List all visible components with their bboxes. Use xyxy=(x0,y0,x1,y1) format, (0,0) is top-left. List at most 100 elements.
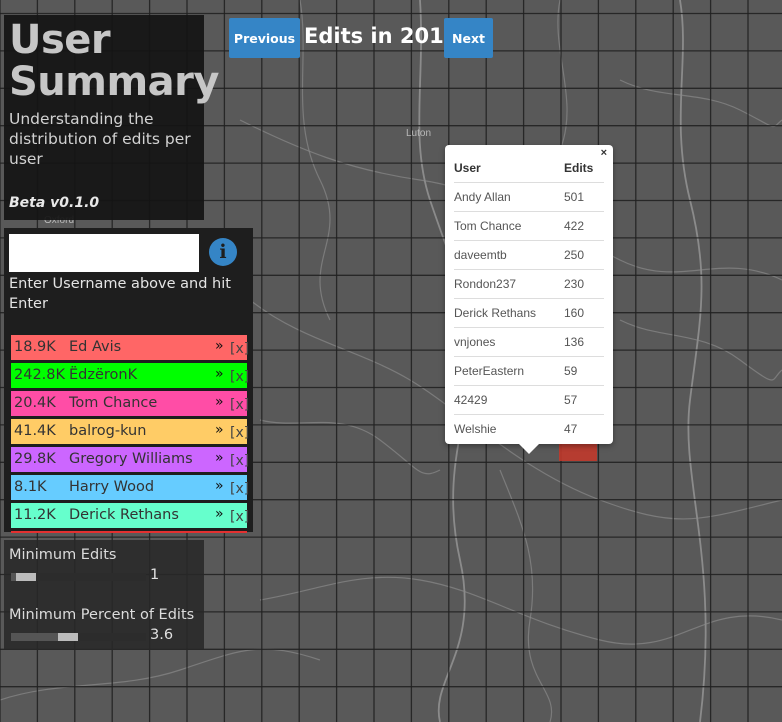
user-edit-count: 242.8K xyxy=(14,367,66,383)
expand-chevron-icon[interactable]: » xyxy=(215,390,223,415)
slider-handle[interactable] xyxy=(15,573,36,581)
popup-user-cell: PeterEastern xyxy=(454,356,564,386)
user-edit-count: 41.4K xyxy=(14,423,56,439)
map-label-luton: Luton xyxy=(406,128,432,139)
popup-edits-cell: 250 xyxy=(564,240,604,270)
popup-table: User Edits Andy Allan 501 Tom Chance 422 dav… xyxy=(454,154,604,443)
min-edits-label: Minimum Edits xyxy=(9,547,117,563)
min-percent-value: 3.6 xyxy=(150,627,174,643)
user-list-item[interactable]: 8.1K Harry Wood » [x] xyxy=(11,474,249,502)
user-edit-count: 29.8K xyxy=(14,451,56,467)
filter-panel: Minimum Edits 1 Minimum Percent of Edits… xyxy=(4,540,204,650)
popup-edits-cell: 59 xyxy=(564,356,604,386)
popup-edits-cell: 422 xyxy=(564,211,604,241)
remove-user-button[interactable]: [x] xyxy=(230,505,249,530)
slider-handle[interactable] xyxy=(57,633,78,641)
popup-edits-cell: 136 xyxy=(564,327,604,357)
user-name: Harry Wood xyxy=(69,479,155,495)
header-user: User xyxy=(454,154,564,183)
info-icon[interactable]: i xyxy=(209,238,237,266)
list-divider xyxy=(11,531,247,533)
user-list: 18.9K Ed Avis » [x] 242.8K ËdzëronK » [x… xyxy=(11,334,249,531)
remove-user-button[interactable]: [x] xyxy=(230,477,249,502)
remove-user-button[interactable]: [x] xyxy=(230,393,249,418)
popup-table-row: 42429 57 xyxy=(454,385,604,415)
road xyxy=(259,419,441,475)
min-edits-slider[interactable] xyxy=(11,573,146,581)
popup-user-cell: Andy Allan xyxy=(454,182,564,212)
remove-user-button[interactable]: [x] xyxy=(230,365,249,390)
popup-user-cell: daveemtb xyxy=(454,240,564,270)
app-title-line2: Summary xyxy=(9,59,219,105)
popup-table-row: Andy Allan 501 xyxy=(454,182,604,212)
road xyxy=(499,469,553,722)
expand-chevron-icon[interactable]: » xyxy=(215,334,223,359)
remove-user-button[interactable]: [x] xyxy=(230,421,249,446)
popup-table-body: Andy Allan 501 Tom Chance 422 daveemtb 250 Ron… xyxy=(454,182,604,444)
cell-popup: × User Edits Andy Allan 501 Tom Chance 422 d… xyxy=(445,145,613,454)
min-percent-slider[interactable] xyxy=(11,633,146,641)
previous-year-button[interactable]: Previous xyxy=(229,18,300,58)
road xyxy=(0,648,321,701)
min-edits-value: 1 xyxy=(150,567,160,583)
user-name: Derick Rethans xyxy=(69,507,179,523)
expand-chevron-icon[interactable]: » xyxy=(215,474,223,499)
popup-tip xyxy=(519,444,539,454)
popup-edits-cell: 47 xyxy=(564,422,578,436)
popup-table-row: PeterEastern 59 xyxy=(454,356,604,386)
user-name: Ed Avis xyxy=(69,339,122,355)
expand-chevron-icon[interactable]: » xyxy=(215,446,223,471)
expand-chevron-icon[interactable]: » xyxy=(215,418,223,443)
popup-table-header: User Edits xyxy=(454,154,604,183)
popup-user-cell: Rondon237 xyxy=(454,269,564,299)
remove-user-button[interactable]: [x] xyxy=(230,337,249,362)
user-edit-count: 18.9K xyxy=(14,339,56,355)
app-title-line1: User xyxy=(9,17,111,63)
popup-edits-cell: 501 xyxy=(564,182,604,212)
user-edit-count: 8.1K xyxy=(14,479,47,495)
next-year-button[interactable]: Next xyxy=(444,18,493,58)
popup-table-row: Welshie 47 xyxy=(454,415,604,444)
user-list-item[interactable]: 41.4K balrog-kun » [x] xyxy=(11,418,249,446)
user-list-item[interactable]: 18.9K Ed Avis » [x] xyxy=(11,334,249,362)
user-list-item[interactable]: 20.4K Tom Chance » [x] xyxy=(11,390,249,418)
remove-user-button[interactable]: [x] xyxy=(230,449,249,474)
popup-table-row: Tom Chance 422 xyxy=(454,211,604,241)
username-hint: Enter Username above and hit Enter xyxy=(9,276,231,312)
expand-chevron-icon[interactable]: » xyxy=(215,362,223,387)
app-title: User Summary xyxy=(9,17,219,103)
user-name: Gregory Williams xyxy=(69,451,193,467)
header-edits: Edits xyxy=(564,154,604,183)
app-subtitle: Understanding the distribution of edits … xyxy=(9,110,191,168)
popup-table-row: Derick Rethans 160 xyxy=(454,298,604,328)
user-edit-count: 11.2K xyxy=(14,507,56,523)
user-edit-count: 20.4K xyxy=(14,395,56,411)
user-name: ËdzëronK xyxy=(69,367,138,383)
user-list-item[interactable]: 11.2K Derick Rethans » [x] xyxy=(11,502,249,530)
road xyxy=(299,0,331,321)
user-panel: i Enter Username above and hit Enter 18.… xyxy=(4,228,253,533)
username-input[interactable] xyxy=(9,234,199,272)
popup-table-row: vnjones 136 xyxy=(454,327,604,357)
user-list-item[interactable]: 242.8K ËdzëronK » [x] xyxy=(11,362,249,390)
popup-edits-cell: 57 xyxy=(564,385,604,415)
min-percent-label: Minimum Percent of Edits xyxy=(9,607,195,623)
road xyxy=(557,0,568,151)
slider-fill xyxy=(11,633,60,641)
popup-edits-cell: 160 xyxy=(564,298,604,328)
popup-table-row: Rondon237 230 xyxy=(454,269,604,299)
user-list-item[interactable]: 29.8K Gregory Williams » [x] xyxy=(11,446,249,474)
user-name: balrog-kun xyxy=(69,423,147,439)
popup-user-cell: vnjones xyxy=(454,327,564,357)
title-panel: User Summary Understanding the distribut… xyxy=(4,15,219,220)
popup-user-cell: Derick Rethans xyxy=(454,298,564,328)
popup-edits-cell: 230 xyxy=(564,269,604,299)
expand-chevron-icon[interactable]: » xyxy=(215,502,223,527)
road xyxy=(619,79,782,128)
popup-user-cell: 42429 xyxy=(454,385,564,415)
popup-user-cell: Tom Chance xyxy=(454,211,564,241)
road xyxy=(679,0,707,722)
user-name: Tom Chance xyxy=(69,395,158,411)
popup-table-row: daveemtb 250 xyxy=(454,240,604,270)
popup-user-cell: Welshie xyxy=(454,422,497,436)
